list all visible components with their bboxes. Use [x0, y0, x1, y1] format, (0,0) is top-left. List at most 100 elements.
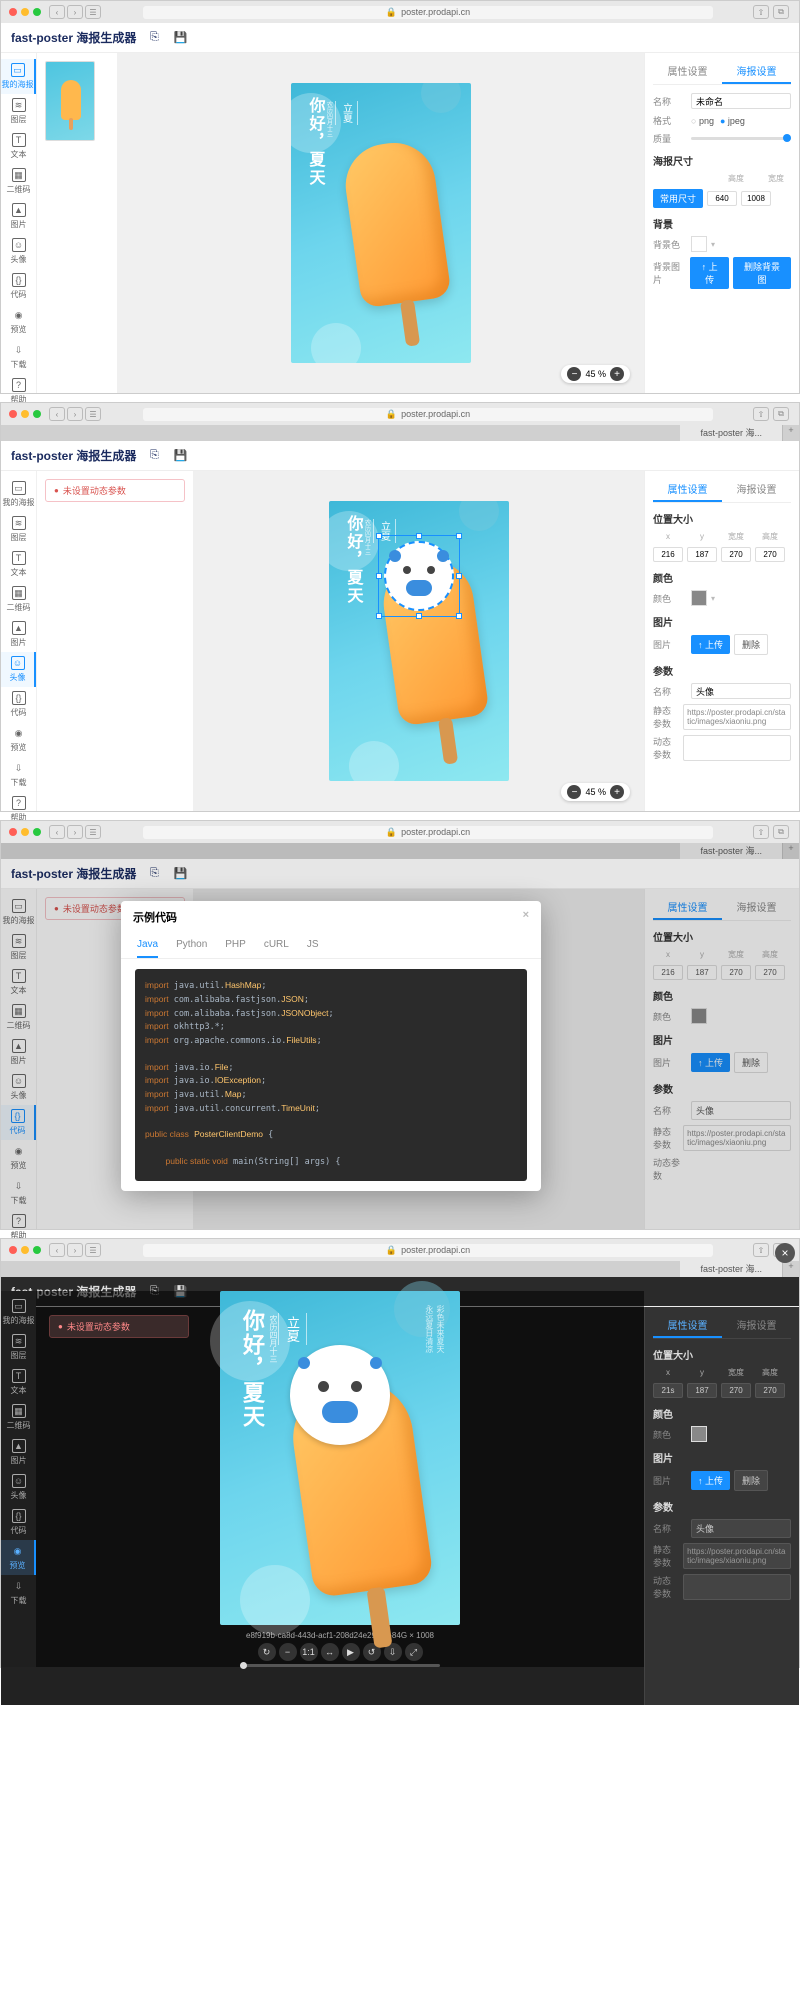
h-input[interactable] — [755, 547, 785, 562]
frame-2: ‹›☰ 🔒poster.prodapi.cn ⇧⧉ fast-poster 海.… — [0, 402, 800, 812]
canvas-area[interactable]: 你好，夏天 农历四月十三 立夏 − 45 % + — [117, 53, 644, 393]
canvas-main-text: 你好，夏天 — [303, 97, 327, 187]
dynamic-param-input[interactable] — [683, 735, 791, 761]
static-param-input[interactable]: https://poster.prodapi.cn/static/images/… — [683, 704, 791, 730]
sidebar-toggle[interactable]: ☰ — [85, 5, 101, 19]
sidebar-avatar[interactable]: ☺头像 — [1, 234, 36, 269]
selection-handles[interactable] — [378, 535, 460, 617]
tab-attr[interactable]: 属性设置 — [653, 59, 722, 84]
poster-thumbnail[interactable] — [45, 61, 95, 141]
browser-tab[interactable]: fast-poster 海... — [680, 425, 783, 441]
browser-chrome: ‹›☰ 🔒poster.prodapi.cn ⇧⧉ — [1, 403, 799, 425]
prev-1-1-button[interactable]: 1:1 — [300, 1643, 318, 1661]
qr-icon: ▦ — [12, 168, 26, 182]
tabs-icon[interactable]: ⧉ — [773, 5, 789, 19]
save-icon[interactable]: 💾 — [172, 30, 188, 46]
tab-curl[interactable]: cURL — [264, 933, 289, 958]
clear-bg-button[interactable]: 删除背景图 — [733, 257, 791, 289]
name-input[interactable] — [691, 93, 791, 109]
prev-zoom-out-button[interactable]: − — [279, 1643, 297, 1661]
width-input[interactable] — [741, 191, 771, 206]
sidebar-text[interactable]: T文本 — [1, 129, 36, 164]
tool-sidebar: ▭我的海报 ≋图层 T文本 ▦二维码 ▲图片 ☺头像 {}代码 ◉预览 ⇩下载 … — [1, 53, 37, 393]
color-swatch[interactable] — [691, 590, 707, 606]
sidebar-avatar[interactable]: ☺头像 — [1, 652, 36, 687]
tab-js[interactable]: JS — [307, 933, 319, 958]
canvas-season-text: 立夏 — [335, 101, 358, 125]
image-icon: ▲ — [12, 203, 26, 217]
download-icon: ⇩ — [12, 343, 26, 357]
code-lang-tabs: Java Python PHP cURL JS — [121, 933, 541, 959]
dark-sidebar: ▭我的海报 ≋图层 T文本 ▦二维码 ▲图片 ☺头像 {}代码 ◉预览 ⇩下载 — [1, 1291, 36, 1667]
eye-icon: ◉ — [12, 308, 26, 322]
tab-java[interactable]: Java — [137, 933, 158, 958]
nav-back[interactable]: ‹ — [49, 5, 65, 19]
prev-reload-button[interactable]: ↻ — [258, 1643, 276, 1661]
right-panel: 属性设置 海报设置 名称 格式 pngjpeg 质量 海报尺寸 高度宽度 常用尺… — [644, 53, 799, 393]
upload-img-button[interactable]: ↑ 上传 — [691, 635, 730, 654]
sidebar-my-posters[interactable]: ▭我的海报 — [1, 477, 36, 512]
tab-poster[interactable]: 海报设置 — [722, 477, 791, 502]
prev-fullscreen-button[interactable]: ⤢ — [405, 1643, 423, 1661]
nav-fwd[interactable]: › — [67, 5, 83, 19]
new-tab-button[interactable]: + — [783, 425, 799, 441]
frame-4: ‹›☰ 🔒poster.prodapi.cn ⇧⧉ fast-poster 海.… — [0, 1238, 800, 1668]
url-bar[interactable]: 🔒poster.prodapi.cn — [143, 6, 713, 19]
share-icon[interactable]: ⇧ — [753, 5, 769, 19]
preview-controls: e8f919b-ca8d-443d-acf1-208d24e2946d-84G … — [240, 1631, 440, 1667]
sidebar-download[interactable]: ⇩下载 — [1, 339, 36, 374]
browser-chrome: ‹ › ☰ 🔒poster.prodapi.cn ⇧ ⧉ — [1, 1, 799, 23]
preview-overlay[interactable]: 你好，夏天 农历四月十三 立夏 彩色未来夏天永远夏日清凉 e8f919b-ca8… — [36, 1291, 644, 1667]
frame-3: ‹›☰ 🔒poster.prodapi.cn ⇧⧉ fast-poster 海.… — [0, 820, 800, 1230]
bgcolor-swatch[interactable] — [691, 236, 707, 252]
format-radio[interactable]: pngjpeg — [691, 116, 745, 126]
poster-canvas[interactable]: 你好，夏天 农历四月十三 立夏 — [329, 501, 509, 781]
app-title: fast-poster 海报生成器 — [11, 29, 136, 46]
avatar-icon: ☺ — [12, 238, 26, 252]
zoom-in-button[interactable]: + — [610, 367, 624, 381]
preview-close-button[interactable]: × — [775, 1243, 795, 1263]
popsicle-graphic — [340, 138, 451, 309]
frame-1: ‹ › ☰ 🔒poster.prodapi.cn ⇧ ⧉ fast-poster … — [0, 0, 800, 394]
prev-fit-button[interactable]: ↔ — [321, 1643, 339, 1661]
sidebar-my-posters[interactable]: ▭我的海报 — [1, 59, 36, 94]
new-doc-icon[interactable]: ⎘ — [146, 30, 162, 46]
modal-title: 示例代码 — [133, 909, 177, 925]
modal-close-button[interactable]: × — [523, 909, 529, 925]
sidebar-image[interactable]: ▲图片 — [1, 199, 36, 234]
code-icon: {} — [12, 273, 26, 287]
height-input[interactable] — [707, 191, 737, 206]
preview-scrubber[interactable] — [240, 1664, 440, 1667]
help-icon: ? — [12, 378, 26, 392]
size-header: 海报尺寸 — [653, 153, 791, 168]
poster-canvas[interactable]: 你好，夏天 农历四月十三 立夏 — [291, 83, 471, 363]
upload-bg-button[interactable]: ↑ 上传 — [690, 257, 729, 289]
y-input[interactable] — [687, 547, 717, 562]
url-bar[interactable]: 🔒poster.prodapi.cn — [143, 408, 713, 421]
bg-header: 背景 — [653, 216, 791, 231]
tab-python[interactable]: Python — [176, 933, 207, 958]
tab-php[interactable]: PHP — [225, 933, 246, 958]
text-icon: T — [12, 133, 26, 147]
sidebar-preview[interactable]: ◉预览 — [1, 304, 36, 339]
poster-icon: ▭ — [11, 63, 25, 77]
quality-slider[interactable] — [691, 137, 791, 140]
param-name-input[interactable] — [691, 683, 791, 699]
w-input[interactable] — [721, 547, 751, 562]
x-input[interactable] — [653, 547, 683, 562]
prev-play-button[interactable]: ▶ — [342, 1643, 360, 1661]
canvas-sub-text: 农历四月十三 — [325, 101, 334, 137]
code-modal: 示例代码 × Java Python PHP cURL JS import imp… — [121, 901, 541, 1191]
tab-poster[interactable]: 海报设置 — [722, 59, 791, 84]
delete-img-button[interactable]: 删除 — [734, 634, 768, 655]
sidebar-code[interactable]: {}代码 — [1, 269, 36, 304]
sidebar-qrcode[interactable]: ▦二维码 — [1, 164, 36, 199]
sidebar-layers[interactable]: ≋图层 — [1, 94, 36, 129]
zoom-out-button[interactable]: − — [567, 367, 581, 381]
warning-banner: 未设置动态参数 — [45, 479, 185, 502]
zoom-control: − 45 % + — [561, 365, 630, 383]
app-header: fast-poster 海报生成器 ⎘ 💾 — [1, 23, 799, 53]
code-block[interactable]: import import java.util.HashMap;java.uti… — [135, 969, 527, 1181]
tab-attr[interactable]: 属性设置 — [653, 477, 722, 502]
common-size-button[interactable]: 常用尺寸 — [653, 189, 703, 208]
